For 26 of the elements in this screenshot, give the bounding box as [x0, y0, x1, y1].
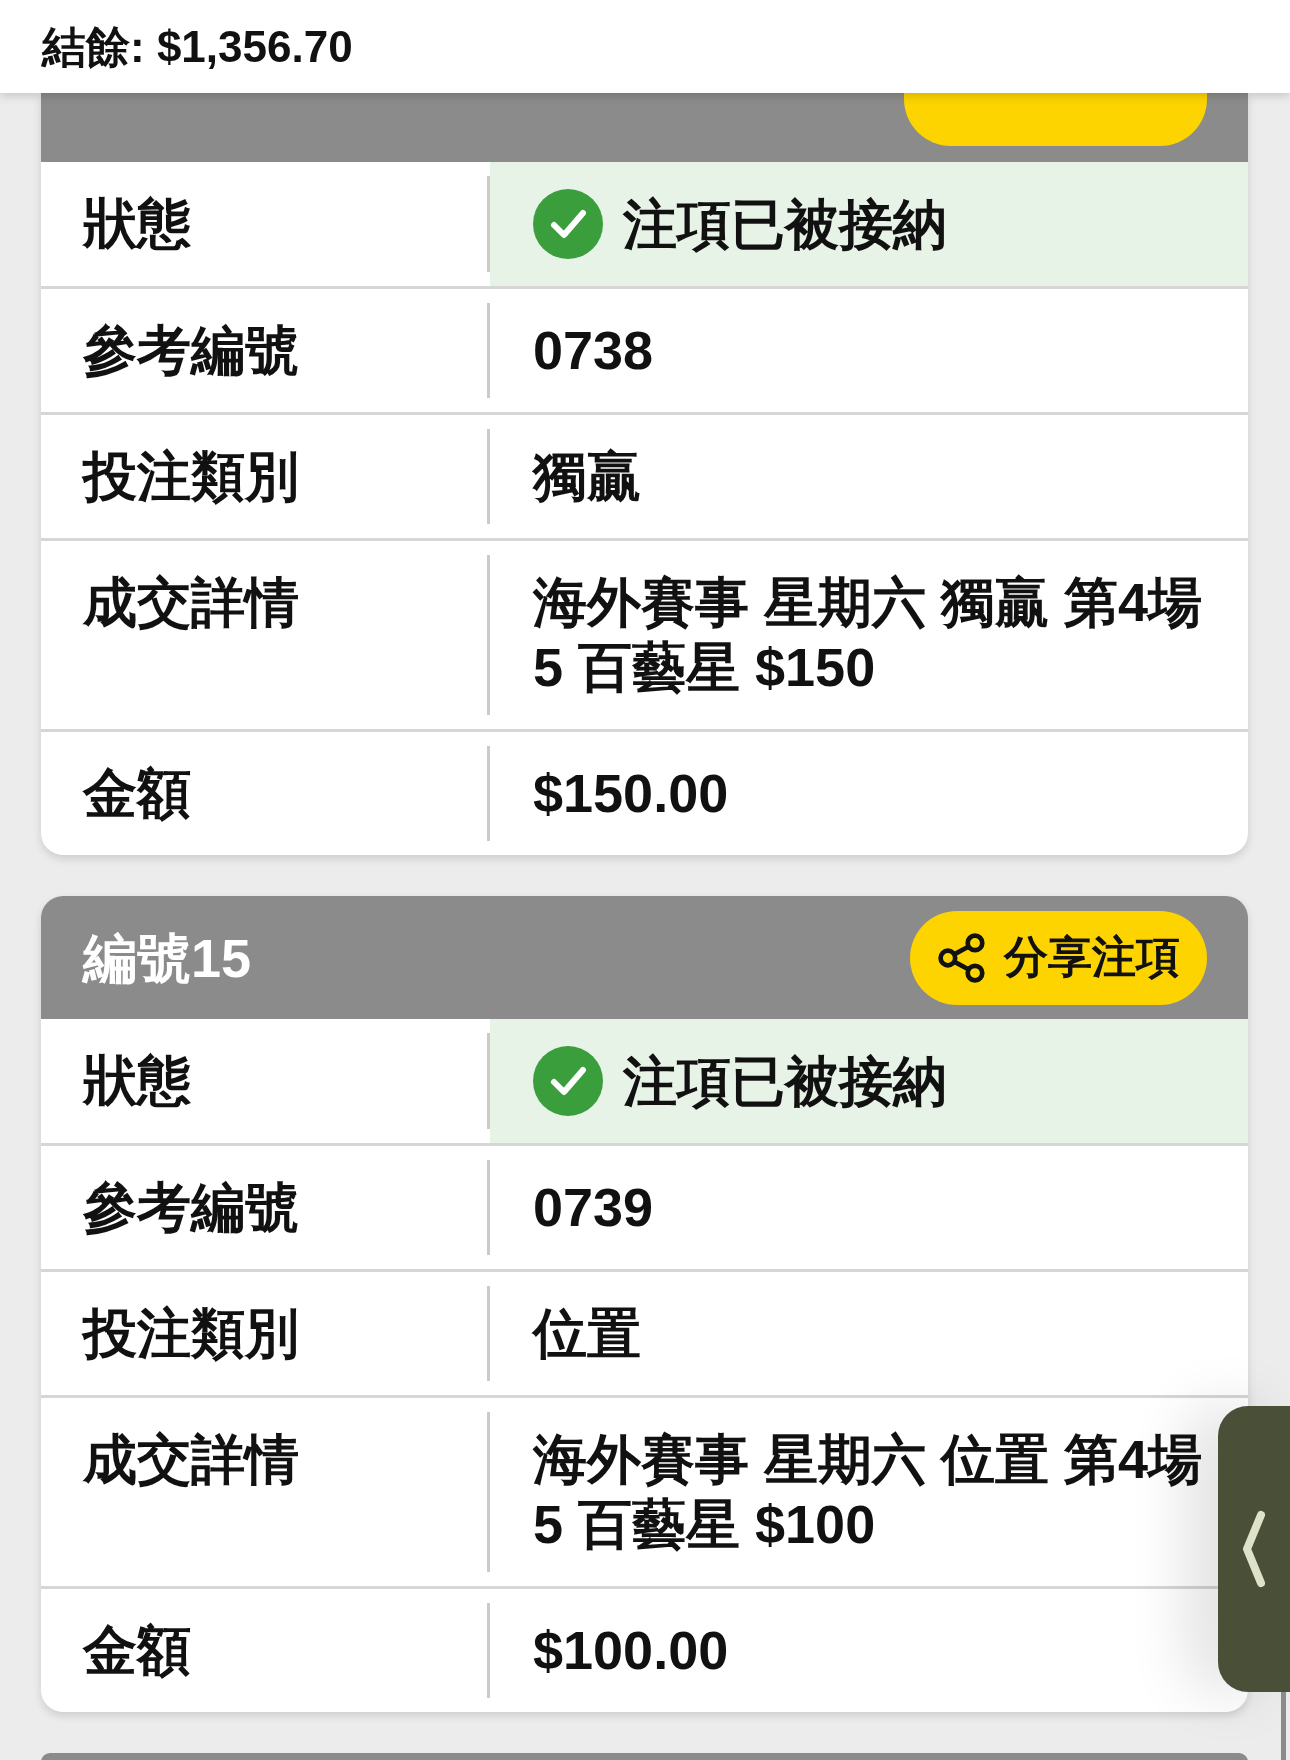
chevron-left-icon [1241, 1509, 1267, 1589]
row-label: 成交詳情 [41, 1412, 490, 1572]
row-label: 投注類別 [41, 429, 490, 524]
row-label: 金額 [41, 1603, 490, 1698]
side-drawer-handle[interactable] [1218, 1406, 1290, 1692]
row-value: $150.00 [532, 762, 730, 825]
row-value: $100.00 [532, 1619, 730, 1682]
check-icon [533, 189, 603, 259]
share-button[interactable]: 分享注項 [910, 910, 1207, 1005]
check-icon [533, 1046, 603, 1116]
row-value: 海外賽事 星期六 位置 第4場 5 百藝星 $100 [531, 1428, 1204, 1556]
status-text: 注項已被接納 [623, 192, 947, 256]
row-label: 參考編號 [41, 1160, 490, 1255]
row-label: 投注類別 [41, 1286, 490, 1381]
row-label: 成交詳情 [41, 555, 490, 715]
card-title: 編號15 [83, 926, 252, 990]
row-value: 0739 [532, 1176, 655, 1239]
balance-text: 結餘: $1,356.70 [42, 20, 353, 73]
row-label: 金額 [41, 746, 490, 841]
row-value: 0738 [532, 319, 655, 382]
row-value: 獨贏 [531, 445, 642, 508]
status-text: 注項已被接納 [623, 1049, 947, 1113]
row-label: 參考編號 [41, 303, 490, 398]
row-value: 位置 [530, 1302, 642, 1365]
share-icon [938, 932, 988, 983]
row-value: 海外賽事 星期六 獨贏 第4場 5 百藝星 $150 [531, 571, 1204, 699]
